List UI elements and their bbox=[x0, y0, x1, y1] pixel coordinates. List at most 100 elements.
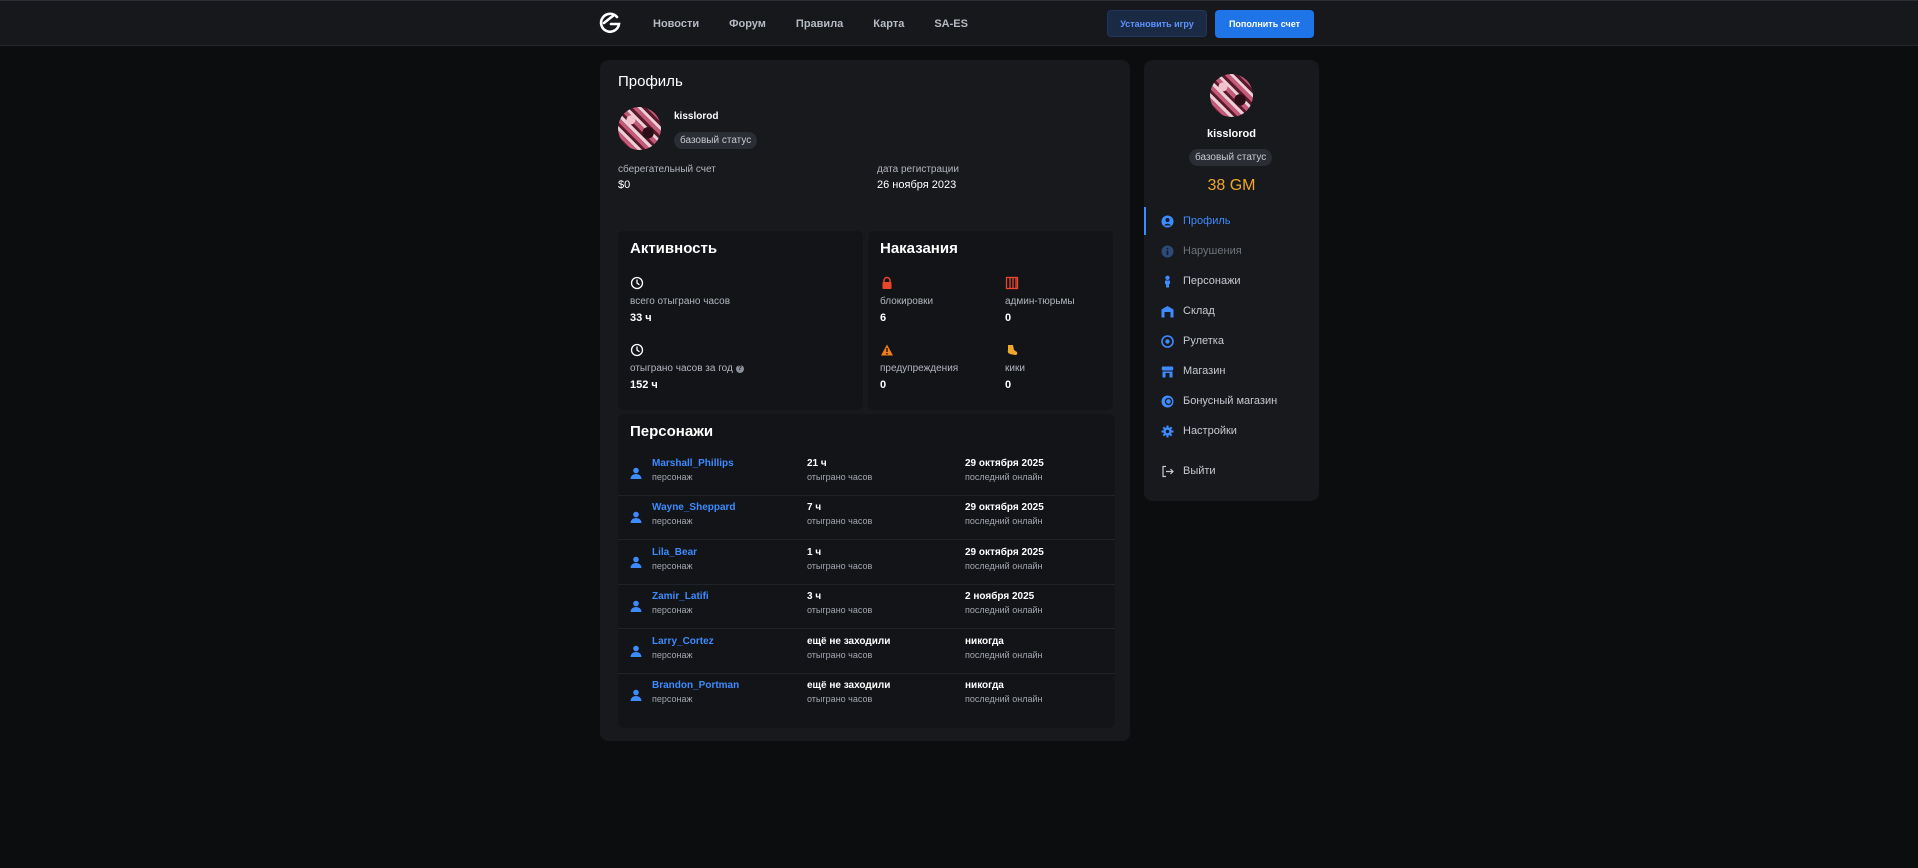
sidebar-item-label: Профиль bbox=[1183, 215, 1231, 227]
kick-icon bbox=[1007, 345, 1018, 355]
jail-icon bbox=[1005, 276, 1019, 290]
sidebar-item-violations[interactable]: Нарушения bbox=[1144, 237, 1319, 265]
status-badge: базовый статус bbox=[674, 132, 758, 149]
character-last-online-label: последний онлайн bbox=[965, 516, 1043, 526]
topup-button[interactable]: Пополнить счет bbox=[1215, 10, 1314, 38]
character-hours-label: отыграно часов bbox=[807, 516, 873, 526]
person-icon bbox=[630, 556, 642, 568]
jail-value: 0 bbox=[1005, 312, 1012, 324]
nav-map[interactable]: Карта bbox=[873, 18, 904, 30]
nav-news[interactable]: Новости bbox=[653, 18, 699, 30]
character-last-online: никогда bbox=[965, 636, 1004, 647]
sidebar-item-bonus-store[interactable]: Бонусный магазин bbox=[1144, 387, 1319, 415]
character-name[interactable]: Wayne_Sheppard bbox=[652, 502, 736, 513]
person-icon bbox=[630, 645, 642, 657]
character-hours-label: отыграно часов bbox=[807, 561, 873, 571]
table-row[interactable]: Wayne_Sheppard персонаж 7 ч отыграно час… bbox=[618, 496, 1115, 540]
table-row[interactable]: Larry_Cortez персонаж ещё не заходили от… bbox=[618, 630, 1115, 674]
sidebar-item-profile[interactable]: Профиль bbox=[1144, 207, 1319, 235]
character-last-online-label: последний онлайн bbox=[965, 605, 1043, 615]
table-row[interactable]: Zamir_Latifi персонаж 3 ч отыграно часов… bbox=[618, 585, 1115, 629]
nav-sa-es[interactable]: SA-ES bbox=[934, 18, 968, 30]
sidebar-item-label: Рулетка bbox=[1183, 335, 1224, 347]
sidebar-item-label: Персонажи bbox=[1183, 275, 1241, 287]
sidebar-item-label: Бонусный магазин bbox=[1183, 395, 1278, 407]
warnings-label: предупреждения bbox=[880, 363, 959, 374]
page-title: Профиль bbox=[618, 73, 683, 90]
character-name[interactable]: Marshall_Phillips bbox=[652, 458, 734, 469]
gear-icon bbox=[1161, 425, 1174, 438]
registration-label: дата регистрации bbox=[877, 164, 959, 175]
character-hours-label: отыграно часов bbox=[807, 472, 873, 482]
character-hours: ещё не заходили bbox=[807, 636, 891, 647]
person-icon bbox=[630, 600, 642, 612]
clock-icon bbox=[630, 343, 644, 357]
warning-icon bbox=[881, 344, 893, 356]
table-row[interactable]: Marshall_Phillips персонаж 21 ч отыграно… bbox=[618, 452, 1115, 496]
nav-rules[interactable]: Правила bbox=[796, 18, 843, 30]
top-navbar: Новости Форум Правила Карта SA-ES Устано… bbox=[0, 0, 1918, 46]
gm-balance: 38 GM bbox=[1207, 177, 1256, 194]
character-hours: ещё не заходили bbox=[807, 680, 891, 691]
user-circle-icon bbox=[1161, 215, 1174, 228]
table-row[interactable]: Brandon_Portman персонаж ещё не заходили… bbox=[618, 674, 1115, 718]
roulette-icon bbox=[1161, 334, 1174, 348]
person-icon bbox=[1161, 275, 1174, 288]
year-hours-label: отыграно часов за год? bbox=[630, 363, 744, 374]
character-hours: 7 ч bbox=[807, 502, 822, 513]
savings-label: сберегательный счет bbox=[618, 164, 716, 175]
logout-icon bbox=[1161, 465, 1174, 478]
install-game-button[interactable]: Установить игру bbox=[1107, 10, 1207, 37]
character-type: персонаж bbox=[652, 650, 693, 660]
character-name[interactable]: Larry_Cortez bbox=[652, 636, 714, 647]
sidebar-item-warehouse[interactable]: Склад bbox=[1144, 297, 1319, 325]
bans-value: 6 bbox=[880, 312, 887, 324]
nav-forum[interactable]: Форум bbox=[729, 18, 766, 30]
table-row[interactable]: Lila_Bear персонаж 1 ч отыграно часов 29… bbox=[618, 541, 1115, 585]
sidebar-item-store[interactable]: Магазин bbox=[1144, 357, 1319, 385]
character-last-online-label: последний онлайн bbox=[965, 472, 1043, 482]
help-icon[interactable]: ? bbox=[735, 365, 744, 373]
year-hours-value: 152 ч bbox=[630, 379, 658, 391]
total-hours-value: 33 ч bbox=[630, 312, 652, 324]
character-name[interactable]: Lila_Bear bbox=[652, 547, 697, 558]
sidebar-item-roulette[interactable]: Рулетка bbox=[1144, 327, 1319, 355]
sidebar-item-label: Нарушения bbox=[1183, 245, 1242, 257]
clock-icon bbox=[630, 276, 644, 290]
character-type: персонаж bbox=[652, 694, 693, 704]
characters-list: Marshall_Phillips персонаж 21 ч отыграно… bbox=[618, 452, 1115, 720]
character-hours: 21 ч bbox=[807, 458, 827, 469]
activity-panel: Активность всего отыграно часов 33 ч оты… bbox=[618, 231, 863, 410]
character-last-online-label: последний онлайн bbox=[965, 694, 1043, 704]
profile-sidebar: kisslorod базовый статус 38 GM Профиль Н… bbox=[1144, 60, 1319, 501]
person-icon bbox=[630, 511, 642, 523]
punishments-title: Наказания bbox=[880, 240, 958, 257]
person-icon bbox=[630, 467, 642, 479]
avatar bbox=[1210, 74, 1253, 117]
total-hours-label: всего отыграно часов bbox=[630, 296, 731, 307]
lock-icon bbox=[882, 276, 892, 289]
character-last-online-label: последний онлайн bbox=[965, 561, 1043, 571]
kicks-label: кики bbox=[1005, 363, 1025, 374]
registration-value: 26 ноября 2023 bbox=[877, 179, 957, 191]
sidebar-item-characters[interactable]: Персонажи bbox=[1144, 267, 1319, 295]
logo-icon[interactable] bbox=[598, 11, 622, 35]
character-last-online: 29 октября 2025 bbox=[965, 502, 1044, 513]
character-hours-label: отыграно часов bbox=[807, 650, 873, 660]
character-name[interactable]: Brandon_Portman bbox=[652, 680, 739, 691]
character-hours: 3 ч bbox=[807, 591, 822, 602]
sidebar-item-label: Настройки bbox=[1183, 425, 1237, 437]
profile-card: Профиль kisslorod базовый статус сберега… bbox=[600, 60, 1130, 741]
character-last-online: 2 ноября 2025 bbox=[965, 591, 1035, 602]
characters-title: Персонажи bbox=[630, 423, 714, 440]
character-name[interactable]: Zamir_Latifi bbox=[652, 591, 709, 602]
logout-button[interactable]: Выйти bbox=[1144, 457, 1319, 485]
logout-label: Выйти bbox=[1183, 465, 1216, 477]
activity-title: Активность bbox=[630, 240, 718, 257]
kicks-value: 0 bbox=[1005, 379, 1012, 391]
character-hours-label: отыграно часов bbox=[807, 694, 873, 704]
character-last-online: 29 октября 2025 bbox=[965, 547, 1044, 558]
character-type: персонаж bbox=[652, 516, 693, 526]
warnings-value: 0 bbox=[880, 379, 887, 391]
sidebar-item-settings[interactable]: Настройки bbox=[1144, 417, 1319, 445]
